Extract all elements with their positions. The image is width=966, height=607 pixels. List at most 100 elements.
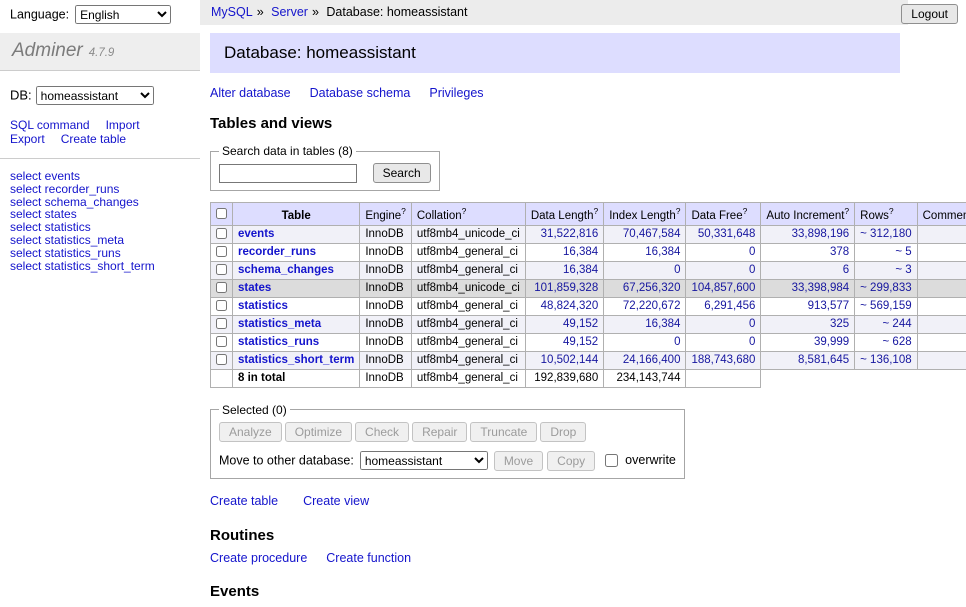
index-length-link[interactable]: 24,166,400 bbox=[623, 354, 681, 366]
app-name[interactable]: Adminer bbox=[12, 40, 83, 61]
data-length-link[interactable]: 10,502,144 bbox=[541, 354, 599, 366]
data-length-link[interactable]: 16,384 bbox=[563, 264, 598, 276]
sidebar-table-link[interactable]: select events bbox=[10, 170, 190, 183]
row-checkbox[interactable] bbox=[216, 246, 227, 257]
breadcrumb-item[interactable]: MySQL bbox=[211, 5, 253, 19]
data-free-link[interactable]: 188,743,680 bbox=[691, 354, 755, 366]
data-free-link[interactable]: 50,331,648 bbox=[698, 228, 756, 240]
search-button[interactable]: Search bbox=[373, 163, 431, 183]
rows-count-link[interactable]: ~ 3 bbox=[895, 264, 911, 276]
index-length-link[interactable]: 16,384 bbox=[645, 318, 680, 330]
routine-link[interactable]: Create function bbox=[326, 551, 411, 565]
help-icon[interactable]: ? bbox=[889, 206, 894, 216]
rows-count-link[interactable]: ~ 299,833 bbox=[860, 282, 911, 294]
data-free-link[interactable]: 6,291,456 bbox=[704, 300, 755, 312]
row-checkbox[interactable] bbox=[216, 264, 227, 275]
database-nav-link[interactable]: Database schema bbox=[310, 86, 411, 100]
data-length-link[interactable]: 101,859,328 bbox=[534, 282, 598, 294]
auto-increment-link[interactable]: 8,581,645 bbox=[798, 354, 849, 366]
row-checkbox[interactable] bbox=[216, 354, 227, 365]
create-link[interactable]: Create view bbox=[303, 494, 369, 508]
table-name-link[interactable]: statistics_meta bbox=[238, 318, 321, 330]
column-header[interactable]: Data Length? bbox=[525, 203, 603, 226]
breadcrumb-item[interactable]: Server bbox=[271, 5, 308, 19]
row-checkbox[interactable] bbox=[216, 228, 227, 239]
index-length-link[interactable]: 72,220,672 bbox=[623, 300, 681, 312]
column-header[interactable]: Comment? bbox=[917, 203, 966, 226]
sidebar-table-link[interactable]: select recorder_runs bbox=[10, 183, 190, 196]
bulk-action-button[interactable]: Optimize bbox=[285, 422, 352, 442]
help-icon[interactable]: ? bbox=[462, 206, 467, 216]
language-select[interactable]: English bbox=[75, 5, 171, 24]
sidebar-table-link[interactable]: select statistics_meta bbox=[10, 234, 190, 247]
column-header[interactable]: Data Free? bbox=[686, 203, 761, 226]
help-icon[interactable]: ? bbox=[743, 206, 748, 216]
index-length-link[interactable]: 0 bbox=[674, 336, 680, 348]
auto-increment-link[interactable]: 33,398,984 bbox=[792, 282, 850, 294]
overwrite-checkbox[interactable] bbox=[605, 454, 618, 467]
select-all-checkbox[interactable] bbox=[216, 208, 227, 219]
sidebar-table-link[interactable]: select statistics_short_term bbox=[10, 260, 190, 273]
sidebar-action-link[interactable]: Export bbox=[10, 132, 45, 146]
data-free-link[interactable]: 0 bbox=[749, 336, 755, 348]
sidebar-action-link[interactable]: SQL command bbox=[10, 118, 90, 132]
table-name-link[interactable]: statistics bbox=[238, 300, 288, 312]
logout-button[interactable]: Logout bbox=[901, 4, 958, 24]
auto-increment-link[interactable]: 6 bbox=[843, 264, 849, 276]
help-icon[interactable]: ? bbox=[593, 206, 598, 216]
table-name-link[interactable]: events bbox=[238, 228, 274, 240]
row-checkbox[interactable] bbox=[216, 282, 227, 293]
sidebar-action-link[interactable]: Create table bbox=[61, 132, 126, 146]
column-header[interactable]: Auto Increment? bbox=[761, 203, 855, 226]
auto-increment-link[interactable]: 325 bbox=[830, 318, 849, 330]
auto-increment-link[interactable]: 39,999 bbox=[814, 336, 849, 348]
column-header[interactable]: Engine? bbox=[360, 203, 412, 226]
create-link[interactable]: Create table bbox=[210, 494, 278, 508]
table-name-link[interactable]: schema_changes bbox=[238, 264, 334, 276]
search-input[interactable] bbox=[219, 164, 357, 183]
bulk-action-button[interactable]: Repair bbox=[412, 422, 467, 442]
rows-count-link[interactable]: ~ 312,180 bbox=[860, 228, 911, 240]
breadcrumb-item[interactable]: Database: homeassistant bbox=[326, 5, 467, 19]
rows-count-link[interactable]: ~ 136,108 bbox=[860, 354, 911, 366]
copy-button[interactable]: Copy bbox=[547, 451, 595, 471]
column-header[interactable]: Collation? bbox=[411, 203, 525, 226]
data-length-link[interactable]: 31,522,816 bbox=[541, 228, 599, 240]
column-header[interactable]: Table bbox=[233, 203, 360, 226]
index-length-link[interactable]: 70,467,584 bbox=[623, 228, 681, 240]
data-length-link[interactable]: 49,152 bbox=[563, 336, 598, 348]
auto-increment-link[interactable]: 913,577 bbox=[808, 300, 850, 312]
data-length-link[interactable]: 49,152 bbox=[563, 318, 598, 330]
column-header[interactable]: Index Length? bbox=[604, 203, 686, 226]
db-select[interactable]: homeassistant bbox=[36, 86, 154, 105]
data-free-link[interactable]: 0 bbox=[749, 264, 755, 276]
table-name-link[interactable]: states bbox=[238, 282, 271, 294]
rows-count-link[interactable]: ~ 244 bbox=[883, 318, 912, 330]
bulk-action-button[interactable]: Check bbox=[355, 422, 409, 442]
help-icon[interactable]: ? bbox=[676, 206, 681, 216]
index-length-link[interactable]: 0 bbox=[674, 264, 680, 276]
rows-count-link[interactable]: ~ 569,159 bbox=[860, 300, 911, 312]
auto-increment-link[interactable]: 378 bbox=[830, 246, 849, 258]
rows-count-link[interactable]: ~ 628 bbox=[883, 336, 912, 348]
help-icon[interactable]: ? bbox=[844, 206, 849, 216]
data-length-link[interactable]: 48,824,320 bbox=[541, 300, 599, 312]
data-length-link[interactable]: 16,384 bbox=[563, 246, 598, 258]
sidebar-action-link[interactable]: Import bbox=[106, 118, 140, 132]
bulk-action-button[interactable]: Truncate bbox=[470, 422, 537, 442]
sidebar-table-link[interactable]: select statistics_runs bbox=[10, 247, 190, 260]
row-checkbox[interactable] bbox=[216, 318, 227, 329]
help-icon[interactable]: ? bbox=[401, 206, 406, 216]
column-header[interactable]: Rows? bbox=[855, 203, 917, 226]
database-nav-link[interactable]: Privileges bbox=[429, 86, 483, 100]
data-free-link[interactable]: 0 bbox=[749, 318, 755, 330]
bulk-action-button[interactable]: Drop bbox=[540, 422, 586, 442]
bulk-action-button[interactable]: Analyze bbox=[219, 422, 282, 442]
row-checkbox[interactable] bbox=[216, 336, 227, 347]
routine-link[interactable]: Create procedure bbox=[210, 551, 307, 565]
overwrite-label[interactable]: overwrite bbox=[625, 453, 676, 467]
database-nav-link[interactable]: Alter database bbox=[210, 86, 291, 100]
index-length-link[interactable]: 16,384 bbox=[645, 246, 680, 258]
table-name-link[interactable]: statistics_runs bbox=[238, 336, 319, 348]
move-db-select[interactable]: homeassistant bbox=[360, 451, 488, 470]
